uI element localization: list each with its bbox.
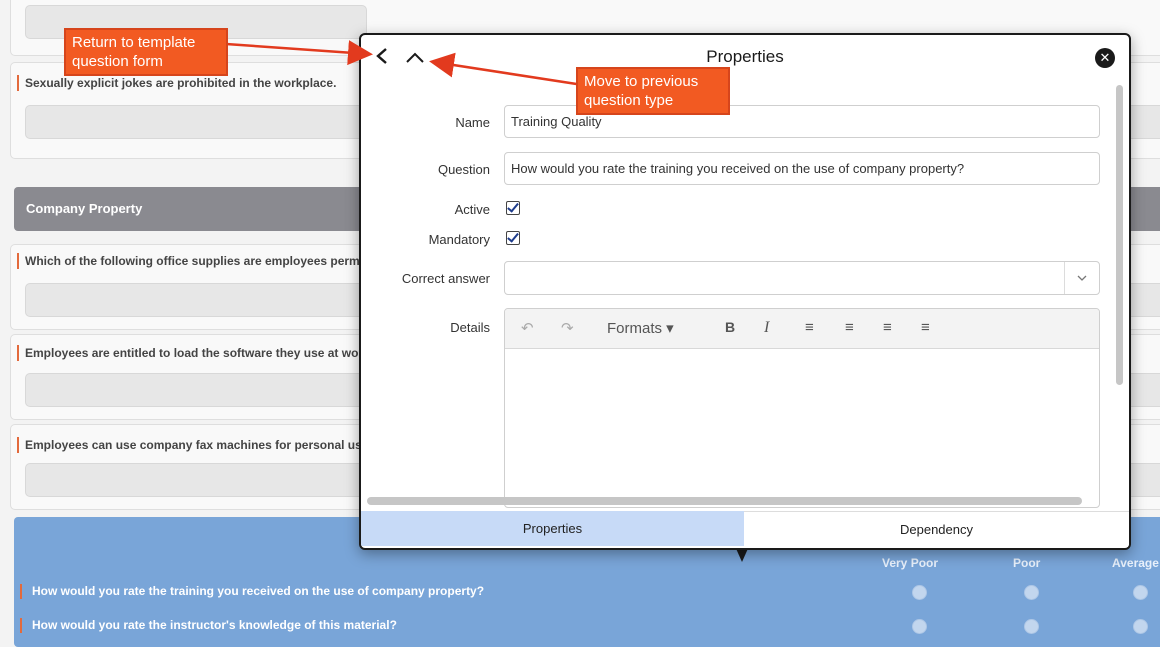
callout-move: Move to previous question type — [576, 67, 730, 115]
callout-return: Return to template question form — [64, 28, 228, 76]
